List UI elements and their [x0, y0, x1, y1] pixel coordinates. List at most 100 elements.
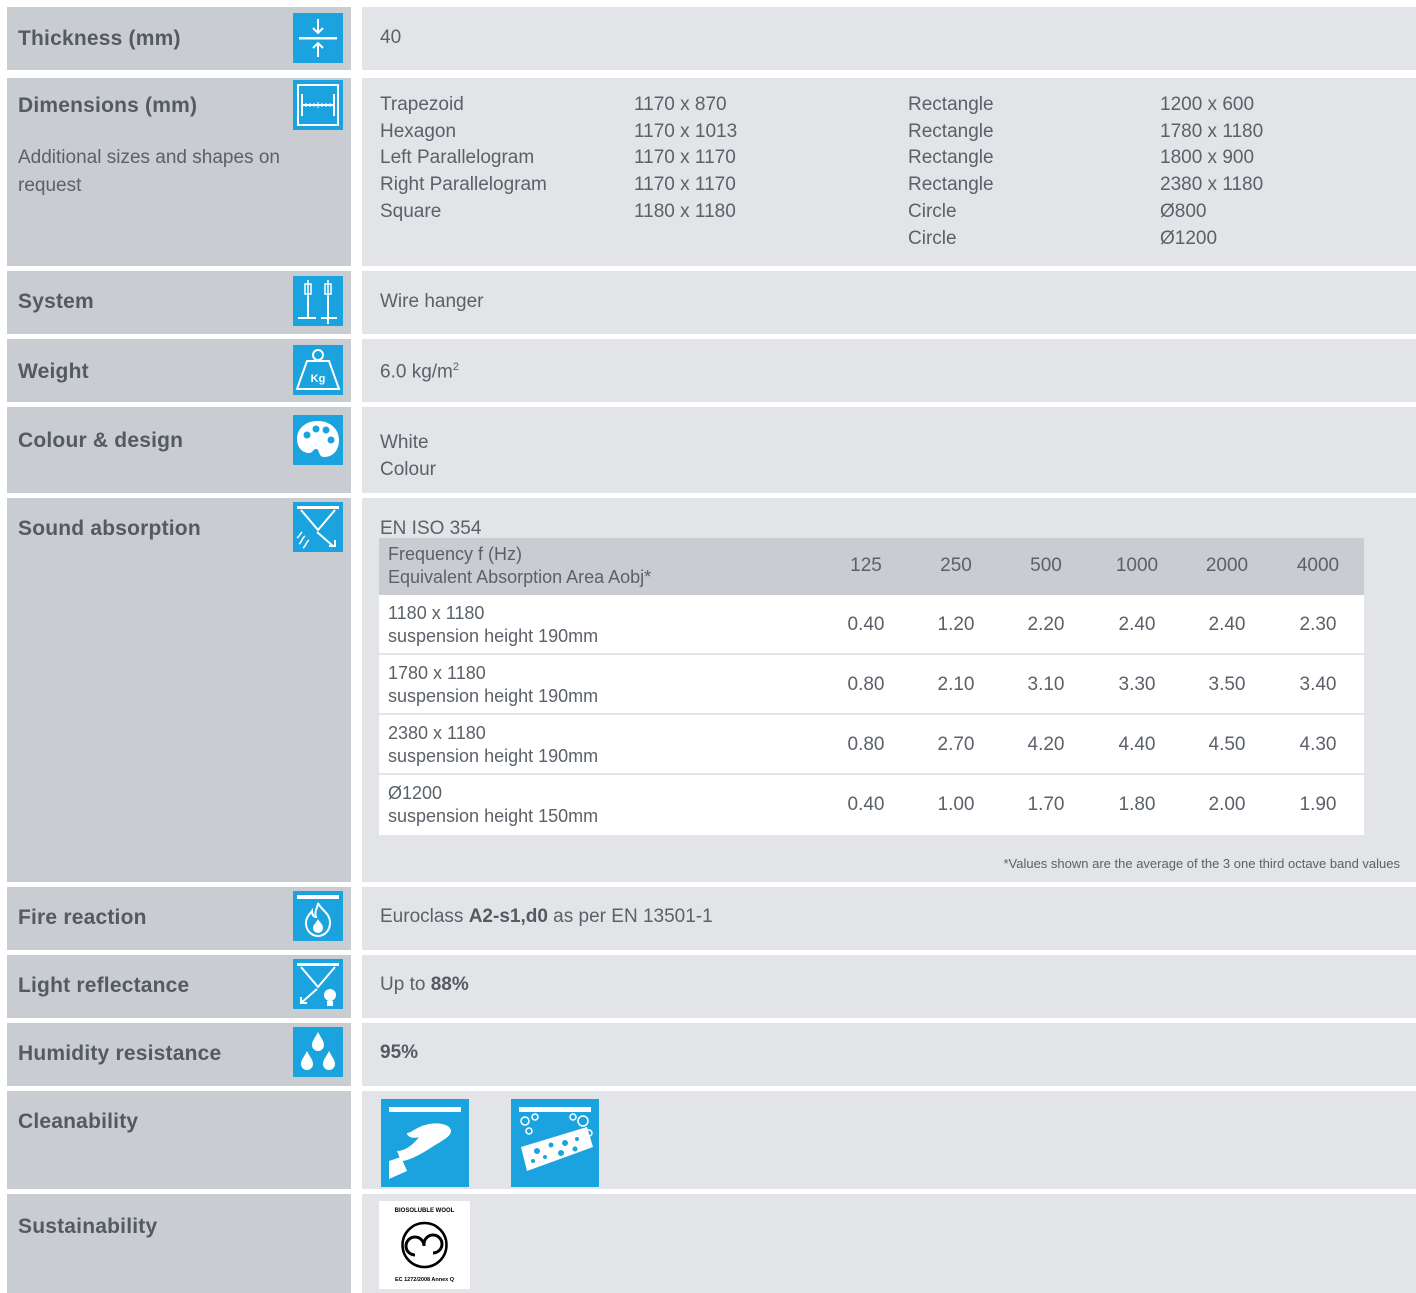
weight-exponent: 2	[452, 361, 459, 373]
row-label: 2380 x 1180 suspension height 190mm	[388, 722, 598, 768]
wire-hanger-icon	[293, 276, 343, 326]
system-value-cell: Wire hanger	[362, 271, 1416, 334]
humidity-label: Humidity resistance	[18, 1042, 222, 1065]
absorption-value: 0.40	[847, 794, 885, 815]
system-value: Wire hanger	[380, 291, 484, 312]
dimensions-label: Dimensions (mm)	[18, 94, 198, 117]
right-shapes-column: Rectangle Rectangle Rectangle Rectangle …	[908, 92, 994, 252]
system-label-cell: System	[7, 271, 351, 334]
absorption-value: 1.00	[937, 794, 975, 815]
palette-icon	[293, 415, 343, 465]
thickness-label-cell: Thickness (mm)	[7, 7, 351, 70]
humidity-percentage: 95%	[380, 1042, 419, 1063]
row-label: 1180 x 1180 suspension height 190mm	[388, 602, 598, 648]
absorption-value: 3.40	[1299, 674, 1337, 695]
shape-name: Circle	[908, 227, 957, 249]
thickness-label: Thickness (mm)	[18, 27, 181, 50]
weight-value-cell: 6.0 kg/m2	[362, 339, 1416, 402]
absorption-value: 1.70	[1027, 794, 1065, 815]
humidity-drops-icon	[293, 1027, 343, 1077]
frequency-cell: 4000	[1296, 555, 1340, 576]
svg-text:Kg: Kg	[311, 373, 326, 385]
frequency-cell: 125	[850, 555, 882, 576]
light-percentage: 88%	[430, 974, 469, 995]
row-description: suspension height 190mm	[388, 686, 599, 706]
shape-name: Rectangle	[908, 174, 994, 196]
thickness-value-cell: 40	[362, 7, 1416, 70]
table-row: 1180 x 1180 suspension height 190mm 0.40 …	[379, 595, 1364, 655]
colour-label-cell: Colour & design	[7, 407, 351, 493]
interlocking-rings-icon	[401, 1221, 448, 1269]
weight-label: Weight	[18, 360, 89, 383]
colour-option: Colour	[380, 459, 436, 480]
light-value: Up to 88%	[380, 974, 469, 996]
absorption-value: 2.40	[1118, 614, 1156, 635]
colour-value-cell: White Colour	[362, 407, 1416, 493]
colour-option: White	[380, 432, 429, 453]
cleanability-value-cell	[362, 1091, 1416, 1189]
absorption-value: 2.30	[1299, 614, 1337, 635]
weight-amount: 6.0 kg/m	[380, 361, 453, 383]
absorption-value: 1.90	[1299, 794, 1337, 815]
absorption-value: 0.40	[847, 614, 885, 635]
shape-name: Trapezoid	[380, 94, 464, 115]
humidity-value: 95%	[380, 1042, 418, 1064]
fire-class: A2-s1,d0	[468, 906, 548, 927]
thickness-icon	[293, 13, 343, 63]
absorption-value: 0.80	[847, 734, 885, 755]
absorption-value: 2.40	[1208, 614, 1246, 635]
colour-label: Colour & design	[18, 429, 184, 452]
row-label: Ø1200 suspension height 150mm	[388, 782, 598, 828]
fire-value-cell: Euroclass A2-s1,d0 as per EN 13501-1	[362, 887, 1416, 950]
dimensions-value-cell: Trapezoid Hexagon Left Parallelogram Rig…	[362, 78, 1416, 266]
shape-size: Ø1200	[1160, 227, 1218, 249]
shape-name: Circle	[908, 200, 957, 222]
absorption-value: 3.50	[1208, 674, 1246, 695]
light-label: Light reflectance	[18, 974, 190, 997]
fire-reaction-icon	[293, 891, 343, 941]
weight-label-cell: Weight Kg	[7, 339, 351, 402]
light-prefix: Up to	[380, 974, 431, 995]
shape-name: Right Parallelogram	[380, 174, 547, 196]
absorption-value: 2.20	[1027, 614, 1065, 635]
absorption-table-header: Frequency f (Hz) Equivalent Absorption A…	[379, 538, 1364, 595]
absorption-value: 2.70	[937, 734, 975, 755]
humidity-label-cell: Humidity resistance	[7, 1023, 351, 1086]
sound-label-cell: Sound absorption	[7, 498, 351, 882]
sustainability-label: Sustainability	[18, 1215, 158, 1238]
frequency-cell: 250	[940, 555, 972, 576]
shape-size: 1170 x 1170	[634, 174, 736, 196]
absorption-value: 3.30	[1118, 674, 1156, 695]
light-reflectance-icon	[293, 959, 343, 1009]
absorption-value: 4.20	[1027, 734, 1065, 755]
absorption-value: 2.00	[1208, 794, 1246, 815]
shape-size: 1170 x 1013	[634, 120, 738, 142]
sustainability-label-cell: Sustainability	[7, 1194, 351, 1293]
shape-name: Square	[380, 200, 442, 222]
product-spec-sheet: Thickness (mm) 40 Dimensions (mm) Additi…	[0, 0, 1416, 1293]
absorption-value: 1.80	[1118, 794, 1156, 815]
left-sizes-column: 1170 x 870 1170 x 1013 1170 x 1170 1170 …	[634, 92, 737, 226]
shape-size: 1780 x 1180	[1160, 120, 1264, 142]
frequency-cell: 2000	[1205, 555, 1249, 576]
system-label: System	[18, 290, 94, 313]
shape-name: Rectangle	[908, 147, 994, 169]
dimension-ruler-icon	[293, 80, 343, 130]
shape-name: Rectangle	[908, 120, 994, 142]
sound-absorption-icon	[293, 502, 343, 552]
weight-value: 6.0 kg/m2	[380, 361, 459, 383]
sound-value-cell: EN ISO 354 Frequency f (Hz) Equivalent A…	[362, 498, 1416, 882]
absorption-value: 0.80	[847, 674, 885, 695]
row-size: 1780 x 1180	[388, 663, 486, 683]
absorption-value: 3.10	[1027, 674, 1065, 695]
fire-prefix: Euroclass	[380, 906, 469, 927]
shape-size: 2380 x 1180	[1160, 174, 1264, 196]
right-sizes-column: 1200 x 600 1780 x 1180 1800 x 900 2380 x…	[1160, 92, 1263, 252]
wipe-cloth-icon	[381, 1099, 469, 1187]
sustainability-value-cell: BIOSOLUBLE WOOL EC 1272/2008 Annex Q	[362, 1194, 1416, 1293]
row-description: suspension height 190mm	[388, 626, 599, 646]
cleanability-label-cell: Cleanability	[7, 1091, 351, 1189]
absorption-value: 4.50	[1208, 734, 1246, 755]
shape-name: Rectangle	[908, 94, 994, 115]
light-label-cell: Light reflectance	[7, 955, 351, 1018]
